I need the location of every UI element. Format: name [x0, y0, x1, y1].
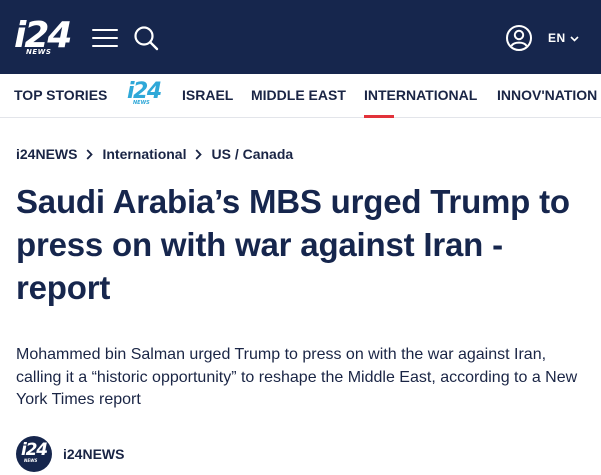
chevron-right-icon	[86, 148, 94, 160]
nav-item-innovnation[interactable]: INNOV'NATION	[497, 87, 597, 103]
nav-item-middle-east[interactable]: MIDDLE EAST	[251, 87, 346, 103]
language-label: EN	[548, 31, 566, 45]
breadcrumb-home[interactable]: i24NEWS	[16, 146, 77, 162]
section-nav: TOP STORIES i24 NEWS ISRAEL MIDDLE EAST …	[0, 74, 601, 118]
i24news-logo[interactable]: i24 NEWS	[14, 17, 78, 58]
chevron-right-icon	[195, 148, 203, 160]
logo-subtext: NEWS	[26, 48, 52, 56]
article-lead: Mohammed bin Salman urged Trump to press…	[16, 346, 578, 408]
nav-item-international[interactable]: INTERNATIONAL	[364, 87, 477, 103]
nav-item-israel[interactable]: ISRAEL	[182, 87, 233, 103]
search-icon[interactable]	[132, 24, 160, 52]
article-headline: Saudi Arabia’s MBS urged Trump to press …	[16, 183, 570, 306]
hamburger-menu-icon[interactable]	[92, 24, 120, 52]
breadcrumb-us-canada[interactable]: US / Canada	[211, 146, 293, 162]
nav-i24news-logo[interactable]: i24 NEWS	[127, 80, 167, 108]
language-selector[interactable]: EN	[548, 30, 579, 46]
breadcrumb: i24NEWS International US / Canada	[16, 146, 293, 162]
top-header: i24 NEWS EN	[0, 0, 601, 74]
avatar-subtext: NEWS	[24, 458, 38, 463]
active-tab-indicator	[364, 115, 394, 118]
breadcrumb-international[interactable]: International	[102, 146, 186, 162]
nav-logo-subtext: NEWS	[133, 100, 150, 106]
avatar-wordmark: i24	[21, 440, 48, 460]
article-author[interactable]: i24 NEWS i24NEWS	[16, 436, 124, 472]
chevron-down-icon	[570, 29, 579, 47]
nav-item-top-stories[interactable]: TOP STORIES	[14, 87, 107, 103]
author-avatar: i24 NEWS	[16, 436, 52, 472]
author-name[interactable]: i24NEWS	[63, 446, 124, 462]
user-account-icon[interactable]	[505, 24, 533, 52]
